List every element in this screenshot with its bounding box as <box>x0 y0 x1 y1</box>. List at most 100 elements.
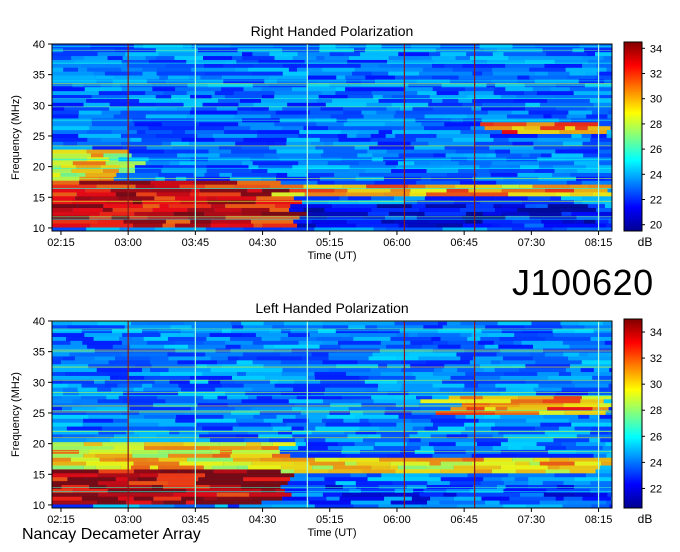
heatmap-cell <box>52 469 99 474</box>
heatmap-cell <box>156 476 199 482</box>
heatmap-cell <box>94 356 116 361</box>
heatmap-cell <box>553 332 587 337</box>
heatmap-cell <box>606 223 612 228</box>
heatmap-cell <box>221 363 264 369</box>
heatmap-cell <box>390 500 427 505</box>
heatmap-cell <box>314 457 339 462</box>
heatmap-cell <box>440 461 472 466</box>
heatmap-cell <box>52 75 96 80</box>
heatmap-cell <box>134 363 152 369</box>
heatmap-cell <box>363 437 409 443</box>
heatmap-cell <box>85 461 134 466</box>
observation-id: J100620 <box>512 262 654 303</box>
heatmap-cell <box>86 410 122 415</box>
heatmap-cell <box>309 461 345 466</box>
heatmap-cell <box>306 168 348 173</box>
heatmap-cell <box>422 344 438 349</box>
heatmap-cell <box>568 457 612 462</box>
y-tick-label: 15 <box>33 469 45 481</box>
heatmap-cell <box>272 426 292 431</box>
heatmap-cell <box>433 445 449 450</box>
heatmap-cells <box>52 321 612 509</box>
colorbar-tick-label: 26 <box>650 431 662 443</box>
heatmap-cell <box>112 207 153 212</box>
heatmap-cell <box>114 75 160 80</box>
heatmap-cell <box>214 207 242 212</box>
heatmap-cell <box>203 55 233 60</box>
heatmap-cell <box>480 133 491 138</box>
heatmap-cell <box>554 168 565 173</box>
heatmap-cell <box>163 500 186 505</box>
heatmap-cell <box>155 102 171 107</box>
heatmap-cell <box>598 332 612 337</box>
heatmap-cell <box>517 207 562 212</box>
heatmap-cell <box>495 383 539 388</box>
heatmap-cell <box>241 160 253 166</box>
heatmap-cell <box>396 356 419 361</box>
heatmap-cell <box>439 500 486 505</box>
y-tick-label: 30 <box>33 377 45 389</box>
heatmap-cell <box>241 480 277 486</box>
colorbar-tick-label: 28 <box>650 119 662 131</box>
heatmap-cell <box>496 180 514 185</box>
heatmap-cell <box>237 465 249 470</box>
heatmap-cell <box>328 352 373 357</box>
heatmap-cell <box>321 90 336 96</box>
heatmap-cell <box>152 86 176 92</box>
heatmap-cell <box>335 90 372 96</box>
heatmap-cell <box>467 336 481 341</box>
heatmap-cell <box>152 207 188 212</box>
heatmap-cell <box>90 223 134 228</box>
heatmap-cell <box>599 414 612 419</box>
heatmap-cell <box>206 336 231 341</box>
heatmap-cell <box>345 86 383 92</box>
heatmap-cell <box>61 484 90 489</box>
heatmap-cell <box>225 391 246 396</box>
heatmap-cell <box>412 426 425 431</box>
heatmap-cell <box>216 496 252 501</box>
heatmap-cell <box>423 488 447 493</box>
heatmap-cell <box>538 383 576 388</box>
heatmap-cell <box>151 500 164 505</box>
heatmap-cell <box>256 133 299 138</box>
heatmap-cell <box>334 172 360 177</box>
heatmap-cell <box>430 129 461 135</box>
heatmap-cell <box>52 410 87 415</box>
heatmap-cell <box>187 457 234 462</box>
heatmap-cell <box>429 51 441 57</box>
heatmap-cell <box>294 469 329 474</box>
heatmap-cell <box>428 102 463 107</box>
heatmap-cell <box>302 199 328 205</box>
heatmap-cell <box>343 121 385 127</box>
heatmap-cell <box>242 332 256 337</box>
heatmap-cell <box>570 172 612 177</box>
heatmap-cell <box>316 336 354 341</box>
heatmap-cell <box>537 371 559 376</box>
heatmap-cell <box>608 383 612 388</box>
heatmap-cell <box>458 98 473 103</box>
heatmap-cell <box>597 71 612 76</box>
heatmap-cell <box>490 359 501 365</box>
heatmap-cell <box>239 98 262 103</box>
heatmap-cell <box>77 203 104 209</box>
heatmap-cell <box>128 422 159 427</box>
heatmap-cell <box>606 453 612 458</box>
heatmap-cell <box>561 211 572 216</box>
heatmap-cell <box>347 195 372 201</box>
heatmap-cell <box>159 75 169 80</box>
heatmap-cell <box>336 75 346 80</box>
heatmap-cell <box>117 496 134 501</box>
heatmap-cell <box>370 367 402 373</box>
colorbar-tick-label: 24 <box>650 457 662 469</box>
heatmap-cell <box>378 383 402 388</box>
heatmap-cell <box>503 51 547 57</box>
heatmap-cell <box>204 184 235 189</box>
heatmap-cell <box>294 472 307 478</box>
heatmap-cell <box>539 160 575 166</box>
heatmap-cell <box>441 110 488 115</box>
heatmap-cell <box>395 133 437 138</box>
heatmap-cell <box>429 441 456 447</box>
heatmap-cell <box>378 484 408 489</box>
heatmap-cell <box>230 336 262 341</box>
heatmap-cell <box>582 55 604 60</box>
